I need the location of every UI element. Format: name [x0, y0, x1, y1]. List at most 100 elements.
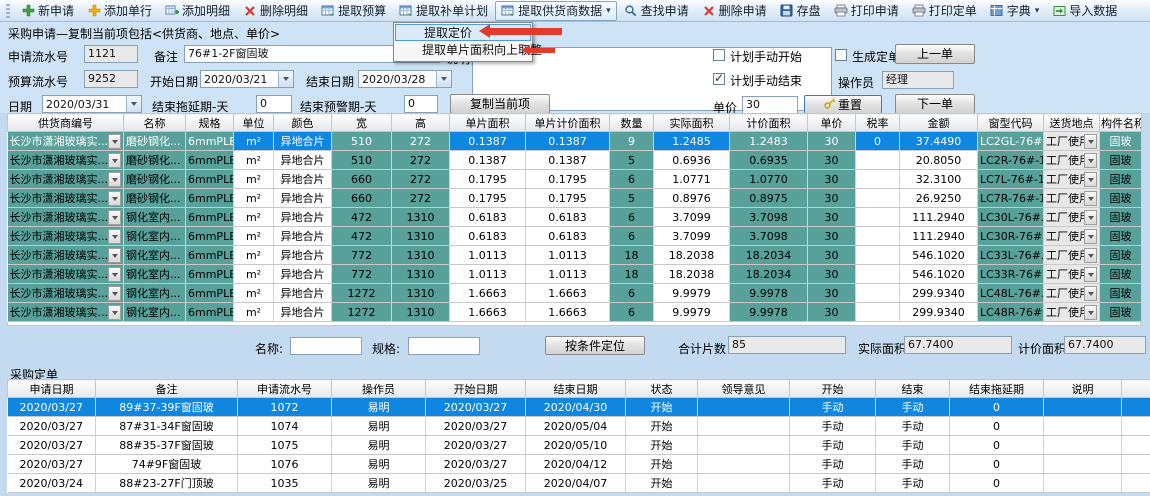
- chevron-down-icon[interactable]: [1084, 267, 1097, 282]
- save-button[interactable]: 存盘: [774, 1, 827, 21]
- dictionary-button[interactable]: 字典▾: [984, 1, 1046, 21]
- table-row[interactable]: 2020/03/2787#31-34F窗固玻1074易明2020/03/2720…: [8, 417, 1150, 436]
- next-order-button[interactable]: 下一单: [895, 94, 975, 114]
- locate-spec-input[interactable]: [408, 337, 480, 355]
- operator-field[interactable]: 经理: [882, 71, 954, 89]
- cell[interactable]: 工厂使用: [1044, 227, 1100, 246]
- cell[interactable]: 长沙市潇湘玻璃实...: [8, 284, 124, 303]
- warn-field[interactable]: 0: [404, 95, 438, 113]
- chevron-down-icon[interactable]: [1084, 286, 1097, 301]
- column-header[interactable]: 结束日期: [526, 380, 626, 398]
- chevron-down-icon[interactable]: [278, 71, 293, 87]
- find-request-button[interactable]: 查找申请: [618, 1, 695, 21]
- column-header[interactable]: 单价: [808, 114, 856, 132]
- chevron-down-icon[interactable]: [1084, 305, 1097, 320]
- cell[interactable]: 长沙市潇湘玻璃实...: [8, 189, 124, 208]
- table-row[interactable]: 长沙市潇湘玻璃实...钢化室内...6mmPLE...m²异地合片4721310…: [8, 208, 1142, 227]
- extract-supplier-data-button[interactable]: 提取供货商数据▾: [495, 1, 617, 21]
- column-header[interactable]: 计价面积: [730, 114, 808, 132]
- import-data-button[interactable]: 导入数据: [1046, 1, 1123, 21]
- cell[interactable]: 长沙市潇湘玻璃实...: [8, 265, 124, 284]
- chevron-down-icon[interactable]: [108, 229, 121, 244]
- table-row[interactable]: 长沙市潇湘玻璃实...钢化室内...6mmPLE...m²异地合片1272131…: [8, 303, 1142, 322]
- chevron-down-icon[interactable]: [1084, 134, 1097, 149]
- cell[interactable]: 工厂使用: [1044, 208, 1100, 227]
- column-header[interactable]: 操作员: [332, 380, 426, 398]
- cell[interactable]: 工厂使用: [1044, 284, 1100, 303]
- column-header[interactable]: 送货地点: [1044, 114, 1100, 132]
- cell[interactable]: 长沙市潇湘玻璃实...: [8, 303, 124, 322]
- column-header[interactable]: 供货商编号: [8, 114, 124, 132]
- budget-no-field[interactable]: 9252: [84, 70, 138, 88]
- unit-price-field[interactable]: 30: [742, 96, 798, 114]
- column-header[interactable]: 构件名称: [1100, 114, 1142, 132]
- request-no-field[interactable]: 1121: [84, 45, 138, 63]
- column-header[interactable]: 说明: [1044, 380, 1122, 398]
- delay-field[interactable]: 0: [256, 95, 292, 113]
- delete-request-button[interactable]: 删除申请: [696, 1, 773, 21]
- chevron-down-icon[interactable]: [108, 248, 121, 263]
- table-row[interactable]: 长沙市潇湘玻璃实...钢化室内...6mmPLE...m²异地合片7721310…: [8, 246, 1142, 265]
- reset-button[interactable]: 重置: [804, 95, 882, 115]
- cell[interactable]: 长沙市潇湘玻璃实...: [8, 170, 124, 189]
- cell[interactable]: 工厂使用: [1044, 132, 1100, 151]
- cell[interactable]: 工厂使用: [1044, 189, 1100, 208]
- cell[interactable]: 长沙市潇湘玻璃实...: [8, 132, 124, 151]
- column-header[interactable]: 申请日期: [8, 380, 96, 398]
- column-header[interactable]: 结束拖延期: [950, 380, 1044, 398]
- print-order-button[interactable]: 打印定单: [906, 1, 983, 21]
- column-header[interactable]: 税率: [856, 114, 900, 132]
- extract-budget-button[interactable]: 提取预算: [315, 1, 392, 21]
- column-header[interactable]: 结束: [876, 380, 950, 398]
- table-row[interactable]: 长沙市潇湘玻璃实...磨砂钢化...6mmPLE...m²异地合片5102720…: [8, 132, 1142, 151]
- column-header[interactable]: 单位: [234, 114, 274, 132]
- table-row[interactable]: 长沙市潇湘玻璃实...磨砂钢化...6mmPLE...m²异地合片6602720…: [8, 170, 1142, 189]
- cell[interactable]: 长沙市潇湘玻璃实...: [8, 208, 124, 227]
- chevron-down-icon[interactable]: [1084, 153, 1097, 168]
- chevron-down-icon[interactable]: [108, 153, 121, 168]
- chevron-down-icon[interactable]: [108, 210, 121, 225]
- column-header[interactable]: 实际面积: [654, 114, 730, 132]
- table-row[interactable]: 长沙市潇湘玻璃实...钢化室内...6mmPLE...m²异地合片1272131…: [8, 284, 1142, 303]
- cell[interactable]: 工厂使用: [1044, 246, 1100, 265]
- cell[interactable]: 长沙市潇湘玻璃实...: [8, 227, 124, 246]
- chevron-down-icon[interactable]: [1084, 229, 1097, 244]
- generate-order-checkbox[interactable]: [835, 49, 847, 61]
- column-header[interactable]: 申请流水号: [238, 380, 332, 398]
- chevron-down-icon[interactable]: [108, 191, 121, 206]
- cell[interactable]: 工厂使用: [1044, 151, 1100, 170]
- column-header[interactable]: 金额: [900, 114, 978, 132]
- add-row-button[interactable]: 添加单行: [81, 1, 158, 21]
- column-header[interactable]: 规格: [186, 114, 234, 132]
- delete-detail-button[interactable]: 删除明细: [237, 1, 314, 21]
- new-request-button[interactable]: 新申请: [15, 1, 80, 21]
- column-header[interactable]: 开始日期: [426, 380, 526, 398]
- table-row[interactable]: 2020/03/2789#37-39F窗固玻1072易明2020/03/2720…: [8, 398, 1150, 417]
- locate-by-condition-button[interactable]: 按条件定位: [545, 336, 645, 355]
- plan-manual-start-checkbox[interactable]: [713, 49, 725, 61]
- table-row[interactable]: 2020/03/2774#9F窗固玻1076易明2020/03/272020/0…: [8, 455, 1150, 474]
- chevron-down-icon[interactable]: [108, 305, 121, 320]
- column-header[interactable]: 颜色: [274, 114, 332, 132]
- end-date-combo[interactable]: 2020/03/28: [358, 70, 452, 88]
- table-row[interactable]: 2020/03/2788#35-37F窗固玻1075易明2020/03/2720…: [8, 436, 1150, 455]
- column-header[interactable]: 名称: [124, 114, 186, 132]
- column-header[interactable]: 宽: [332, 114, 392, 132]
- column-header[interactable]: 高: [392, 114, 450, 132]
- cell[interactable]: 工厂使用: [1044, 303, 1100, 322]
- column-header[interactable]: 数量: [610, 114, 654, 132]
- column-header[interactable]: 单片面积: [450, 114, 526, 132]
- table-row[interactable]: 长沙市潇湘玻璃实...磨砂钢化...6mmPLE...m²异地合片6602720…: [8, 189, 1142, 208]
- date-combo[interactable]: 2020/03/31: [42, 95, 142, 113]
- table-row[interactable]: 长沙市潇湘玻璃实...钢化室内...6mmPLE...m²异地合片7721310…: [8, 265, 1142, 284]
- cell[interactable]: 工厂使用: [1044, 170, 1100, 189]
- chevron-down-icon[interactable]: [126, 96, 141, 112]
- chevron-down-icon[interactable]: [108, 172, 121, 187]
- locate-name-input[interactable]: [290, 337, 362, 355]
- chevron-down-icon[interactable]: [1084, 248, 1097, 263]
- column-header[interactable]: 备注: [96, 380, 238, 398]
- chevron-down-icon[interactable]: [1084, 172, 1097, 187]
- cell[interactable]: 长沙市潇湘玻璃实...: [8, 151, 124, 170]
- chevron-down-icon[interactable]: [1084, 191, 1097, 206]
- plan-manual-end-checkbox[interactable]: [713, 73, 725, 85]
